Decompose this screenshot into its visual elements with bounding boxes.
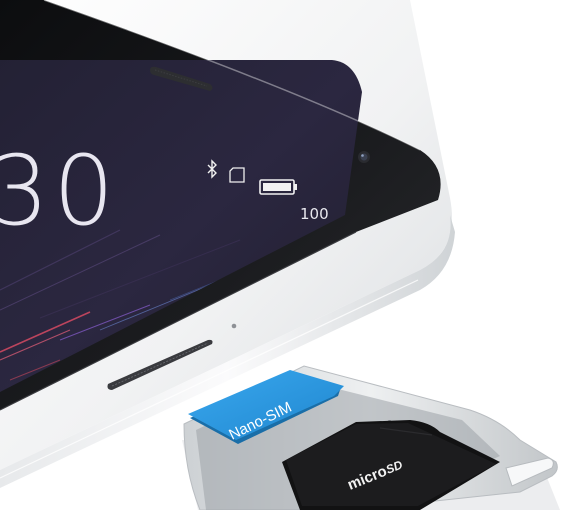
clock-digits: 30 [0, 135, 118, 247]
front-camera [358, 151, 370, 163]
phone-photo: 30 100 Nano-SIM micro SD [0, 0, 560, 510]
sim-eject-hole [231, 323, 237, 329]
battery-percent: 100 [300, 205, 329, 223]
